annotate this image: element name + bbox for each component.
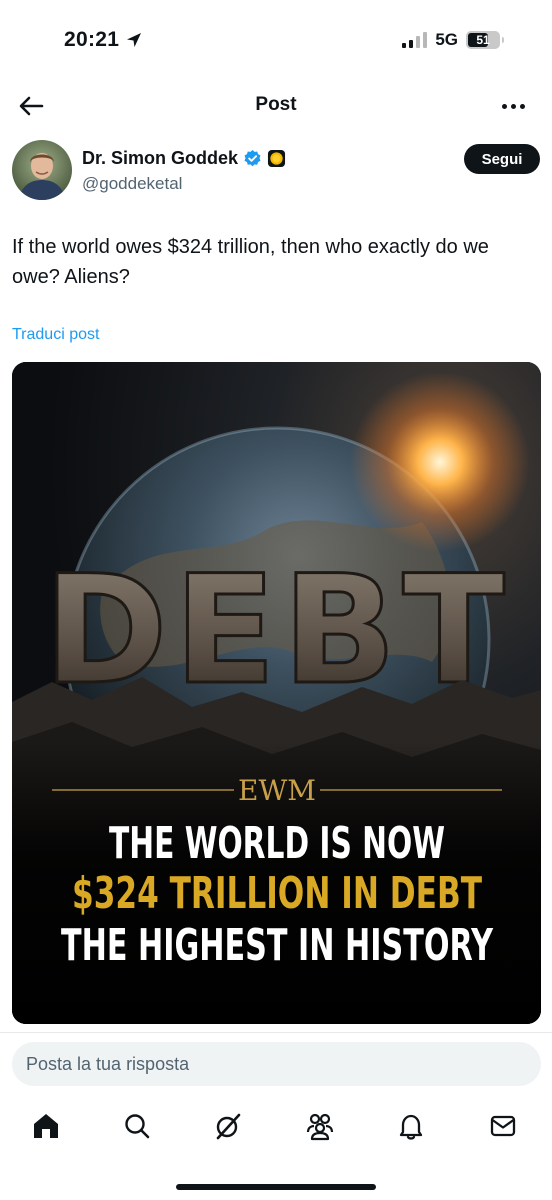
ewm-logo: EWM	[238, 774, 316, 807]
nav-notifications[interactable]	[395, 1110, 427, 1142]
cellular-signal-icon	[402, 32, 428, 48]
status-indicators: 5G 51	[402, 30, 504, 50]
affiliate-badge-icon	[267, 149, 286, 168]
author-display-name[interactable]: Dr. Simon Goddek	[82, 148, 238, 169]
communities-icon	[306, 1113, 334, 1141]
author-handle[interactable]: @goddeketal	[82, 174, 182, 194]
nav-communities[interactable]	[304, 1110, 336, 1142]
follow-button[interactable]: Segui	[464, 144, 540, 174]
more-dot-icon	[519, 103, 525, 109]
location-arrow-icon	[127, 33, 142, 47]
post-text: If the world owes $324 trillion, then wh…	[12, 236, 489, 288]
battery-level: 51	[476, 33, 490, 47]
clock-text: 20:21	[64, 28, 120, 51]
nav-search[interactable]	[121, 1110, 153, 1142]
messages-icon	[490, 1115, 516, 1137]
nav-home[interactable]	[30, 1110, 62, 1142]
notifications-icon	[399, 1114, 423, 1140]
status-time: 20:21	[64, 28, 143, 52]
post-author: Dr. Simon Goddek @goddeketal Segui	[12, 140, 540, 204]
author-name-line: Dr. Simon Goddek	[82, 148, 286, 169]
headline-line2: $324 TRILLION IN DEBT	[72, 868, 482, 919]
battery-icon: 51	[466, 31, 504, 49]
verified-badge-icon	[244, 149, 261, 167]
home-icon	[34, 1114, 58, 1138]
reply-input[interactable]: Posta la tua risposta	[12, 1042, 541, 1086]
network-type: 5G	[435, 30, 458, 49]
post-header: Post	[0, 82, 552, 130]
divider	[0, 1032, 552, 1033]
translate-post-link[interactable]: Traduci post	[12, 326, 99, 344]
grok-icon	[216, 1113, 241, 1140]
avatar[interactable]	[12, 140, 72, 200]
headline-line1: THE WORLD IS NOW	[109, 818, 445, 869]
nav-grok[interactable]	[212, 1110, 244, 1142]
more-dot-icon	[501, 103, 507, 109]
avatar-image	[12, 140, 72, 200]
nav-messages[interactable]	[487, 1110, 519, 1142]
page-title: Post	[255, 94, 297, 115]
status-bar: 20:21 5G 51	[0, 0, 552, 80]
more-dot-icon	[510, 103, 516, 109]
home-indicator	[176, 1184, 376, 1190]
headline-line3: THE HIGHEST IN HISTORY	[61, 920, 494, 971]
debt-poster: DEBT EWM THE WORLD IS NOW $324 TRILLION …	[12, 362, 541, 1024]
post-media-image[interactable]: DEBT EWM THE WORLD IS NOW $324 TRILLION …	[12, 362, 541, 1024]
bottom-nav	[0, 1104, 552, 1150]
more-options-button[interactable]	[498, 94, 528, 118]
search-icon	[125, 1114, 150, 1139]
